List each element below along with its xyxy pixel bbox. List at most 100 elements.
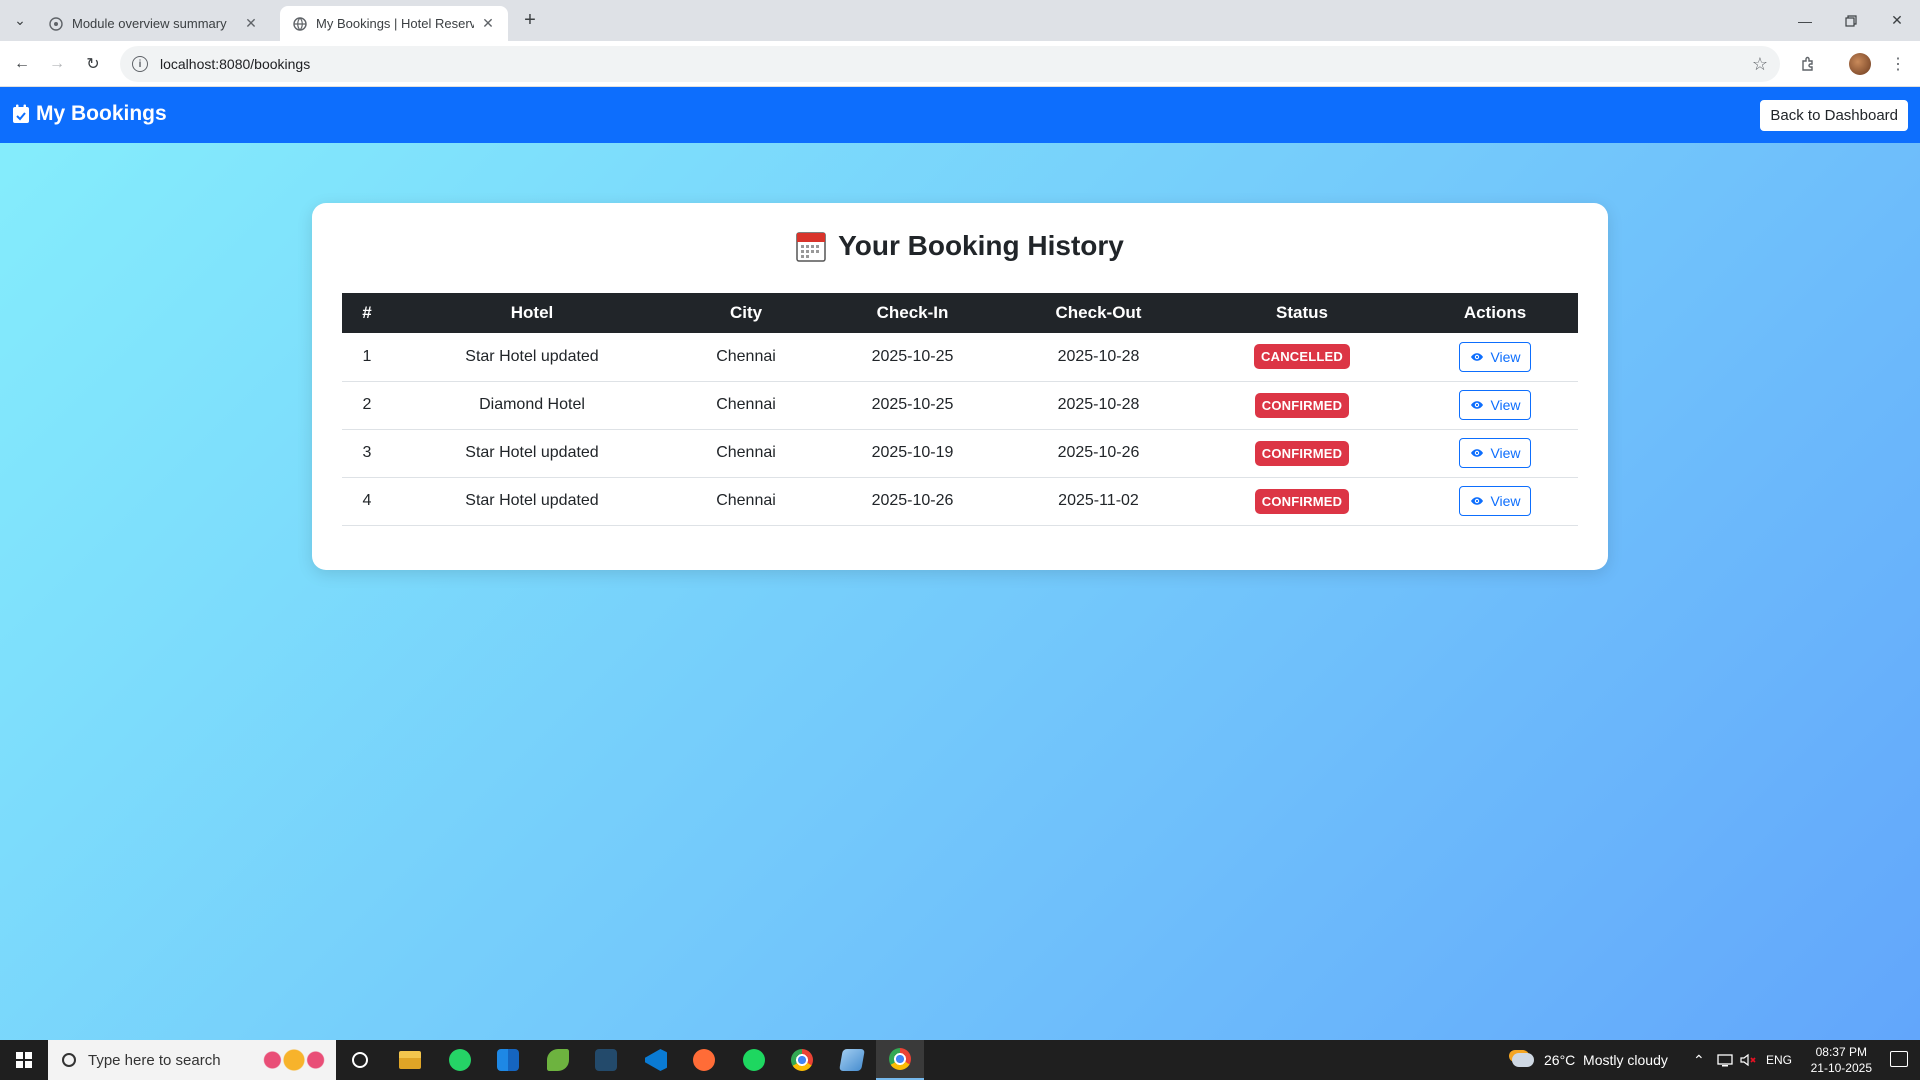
view-booking-button[interactable]: View xyxy=(1459,438,1531,468)
postman-icon[interactable] xyxy=(680,1040,728,1080)
vscode-icon[interactable] xyxy=(632,1040,680,1080)
language-indicator[interactable]: ENG xyxy=(1766,1040,1792,1080)
status-badge: CONFIRMED xyxy=(1254,440,1350,466)
browser-tab-bar: ⌄ Module overview summary ✕ My Bookings … xyxy=(0,0,1920,41)
spotify-icon[interactable] xyxy=(730,1040,778,1080)
view-label: View xyxy=(1490,348,1521,365)
check-in-date: 2025-10-19 xyxy=(820,429,1005,478)
minimize-icon[interactable]: — xyxy=(1782,0,1828,41)
tab-title: My Bookings | Hotel Reservatio xyxy=(316,16,474,31)
actions-cell: View xyxy=(1412,477,1578,526)
bookmark-star-icon[interactable]: ☆ xyxy=(1752,54,1768,75)
cortana-icon[interactable] xyxy=(336,1040,384,1080)
view-booking-button[interactable]: View xyxy=(1459,341,1531,372)
hotel-name: Star Hotel updated xyxy=(392,333,672,382)
table-row: 2 Diamond Hotel Chennai 2025-10-25 2025-… xyxy=(342,381,1578,430)
view-label: View xyxy=(1490,445,1521,461)
weather-widget[interactable]: 26°C Mostly cloudy xyxy=(1512,1040,1668,1080)
status-cell: CONFIRMED xyxy=(1192,381,1412,430)
browser-toolbar: ← → ↻ i localhost:8080/bookings ☆ ⋮ xyxy=(0,41,1920,87)
file-explorer-icon[interactable] xyxy=(386,1040,434,1080)
notification-center-icon[interactable] xyxy=(1890,1051,1908,1067)
url-text[interactable]: localhost:8080/bookings xyxy=(160,56,310,72)
view-label: View xyxy=(1490,397,1521,413)
eye-icon xyxy=(1469,349,1485,365)
back-to-dashboard-button[interactable]: Back to Dashboard xyxy=(1760,100,1908,131)
search-highlight-image xyxy=(258,1046,330,1074)
kebab-menu-icon[interactable]: ⋮ xyxy=(1884,50,1912,78)
globe-icon xyxy=(48,16,64,32)
status-badge: CONFIRMED xyxy=(1254,488,1350,514)
search-icon xyxy=(62,1053,76,1067)
brand-text: My Bookings xyxy=(36,102,167,125)
column-header: Status xyxy=(1192,293,1412,333)
booking-number: 4 xyxy=(342,477,392,526)
status-cell: CONFIRMED xyxy=(1192,477,1412,526)
whatsapp-icon[interactable] xyxy=(436,1040,484,1080)
actions-cell: View xyxy=(1412,381,1578,430)
hotel-name: Diamond Hotel xyxy=(392,381,672,430)
notepad-icon[interactable] xyxy=(828,1040,876,1080)
windows-start-icon[interactable] xyxy=(0,1040,48,1080)
globe-icon xyxy=(292,16,308,32)
tab-search-chevron-icon[interactable]: ⌄ xyxy=(8,8,32,32)
eye-icon xyxy=(1469,397,1485,413)
spring-icon[interactable] xyxy=(534,1040,582,1080)
booking-history-card: Your Booking History # Hotel City Check-… xyxy=(312,203,1608,570)
tab-module-overview[interactable]: Module overview summary ✕ xyxy=(36,6,271,41)
actions-cell: View xyxy=(1412,429,1578,478)
search-placeholder: Type here to search xyxy=(88,1051,221,1069)
page-title: Your Booking History xyxy=(312,230,1608,262)
close-window-icon[interactable]: ✕ xyxy=(1874,0,1920,41)
city: Chennai xyxy=(672,381,820,430)
column-header: City xyxy=(672,293,820,333)
tab-title: Module overview summary xyxy=(72,16,227,31)
view-booking-button[interactable]: View xyxy=(1459,390,1531,420)
clock-time: 08:37 PM xyxy=(1815,1045,1867,1059)
view-label: View xyxy=(1490,493,1521,509)
reload-icon[interactable]: ↻ xyxy=(79,50,107,78)
forward-arrow-icon[interactable]: → xyxy=(43,50,71,78)
store-icon[interactable] xyxy=(484,1040,532,1080)
page-background: My Bookings Back to Dashboard Your Booki… xyxy=(0,87,1920,1040)
profile-avatar[interactable] xyxy=(1846,50,1874,78)
city: Chennai xyxy=(672,333,820,382)
calendar-icon xyxy=(796,230,826,262)
column-header: # xyxy=(342,293,392,333)
view-booking-button[interactable]: View xyxy=(1459,486,1531,516)
new-tab-icon[interactable]: + xyxy=(518,8,542,32)
show-hidden-icons-icon[interactable]: ⌃ xyxy=(1693,1040,1705,1080)
chrome-icon[interactable] xyxy=(778,1040,826,1080)
close-tab-icon[interactable]: ✕ xyxy=(243,15,259,32)
back-arrow-icon[interactable]: ← xyxy=(8,50,36,78)
check-in-date: 2025-10-26 xyxy=(820,477,1005,526)
column-header: Check-Out xyxy=(1005,293,1192,333)
navbar-brand[interactable]: My Bookings xyxy=(12,102,167,126)
weather-text: 26°C Mostly cloudy xyxy=(1544,1052,1668,1068)
check-out-date: 2025-10-28 xyxy=(1005,381,1192,430)
check-in-date: 2025-10-25 xyxy=(820,381,1005,430)
system-clock[interactable]: 08:37 PM 21-10-2025 xyxy=(1811,1044,1872,1076)
restore-icon[interactable] xyxy=(1828,0,1874,41)
volume-muted-icon[interactable] xyxy=(1740,1040,1758,1080)
hotel-name: Star Hotel updated xyxy=(392,429,672,478)
table-row: 3 Star Hotel updated Chennai 2025-10-19 … xyxy=(342,429,1578,478)
mysql-workbench-icon[interactable] xyxy=(582,1040,630,1080)
bookings-table: # Hotel City Check-In Check-Out Status A… xyxy=(342,293,1578,526)
taskbar-search-input[interactable]: Type here to search xyxy=(48,1040,336,1080)
column-header: Actions xyxy=(1412,293,1578,333)
clock-date: 21-10-2025 xyxy=(1810,1061,1872,1075)
city: Chennai xyxy=(672,477,820,526)
booking-number: 3 xyxy=(342,429,392,478)
network-icon[interactable] xyxy=(1717,1040,1733,1080)
column-header: Hotel xyxy=(392,293,672,333)
eye-icon xyxy=(1469,445,1485,461)
site-info-icon[interactable]: i xyxy=(132,56,148,72)
check-out-date: 2025-11-02 xyxy=(1005,477,1192,526)
chrome-active-icon[interactable] xyxy=(876,1040,924,1080)
extensions-icon[interactable] xyxy=(1794,50,1822,78)
booking-number: 1 xyxy=(342,333,392,382)
close-tab-icon[interactable]: ✕ xyxy=(480,15,496,32)
address-bar[interactable]: i localhost:8080/bookings ☆ xyxy=(120,46,1780,82)
tab-my-bookings[interactable]: My Bookings | Hotel Reservatio ✕ xyxy=(280,6,508,41)
